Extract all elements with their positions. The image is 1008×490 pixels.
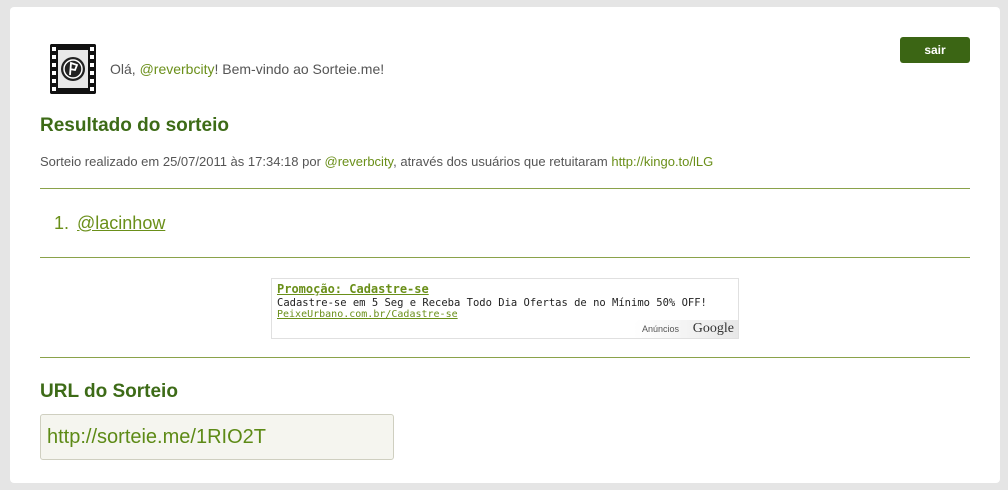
- meta-user-link[interactable]: @reverbcity: [325, 154, 394, 169]
- ad-title-link[interactable]: Promoção: Cadastre-se: [277, 282, 429, 296]
- meta-tweet-link[interactable]: http://kingo.to/lLG: [611, 154, 713, 169]
- winner-number: 1.: [54, 213, 70, 233]
- divider: [40, 188, 970, 189]
- ad-banner: Promoção: Cadastre-se Cadastre-se em 5 S…: [271, 278, 739, 339]
- user-avatar[interactable]: [50, 44, 96, 94]
- divider: [40, 357, 970, 358]
- ad-url-link[interactable]: PeixeUrbano.com.br/Cadastre-se: [277, 309, 458, 320]
- logout-button[interactable]: sair: [900, 37, 970, 63]
- film-strip-logo-icon: [50, 44, 96, 94]
- google-logo: Google: [692, 321, 734, 336]
- username-link[interactable]: @reverbcity: [140, 61, 215, 77]
- welcome-message: Olá, @reverbcity! Bem-vindo ao Sorteie.m…: [110, 61, 384, 77]
- draw-url-field[interactable]: [40, 414, 394, 460]
- list-item: 1. @lacinhow: [54, 213, 165, 234]
- meta-prefix: Sorteio realizado em 25/07/2011 às 17:34…: [40, 154, 325, 169]
- meta-middle: , através dos usuários que retuitaram: [393, 154, 612, 169]
- greeting-prefix: Olá,: [110, 61, 140, 77]
- url-section-title: URL do Sorteio: [40, 381, 178, 402]
- ad-text: Cadastre-se em 5 Seg e Receba Todo Dia O…: [277, 297, 707, 309]
- winners-list: 1. @lacinhow: [54, 213, 165, 234]
- draw-meta: Sorteio realizado em 25/07/2011 às 17:34…: [40, 154, 713, 169]
- divider: [40, 257, 970, 258]
- winner-link[interactable]: @lacinhow: [77, 213, 165, 233]
- result-title: Resultado do sorteio: [40, 115, 229, 136]
- ad-badge-label: Anúncios: [642, 324, 680, 334]
- ad-badge[interactable]: Anúncios Google: [634, 320, 738, 338]
- greeting-suffix: ! Bem-vindo ao Sorteie.me!: [214, 61, 385, 77]
- main-card: Olá, @reverbcity! Bem-vindo ao Sorteie.m…: [10, 7, 1000, 483]
